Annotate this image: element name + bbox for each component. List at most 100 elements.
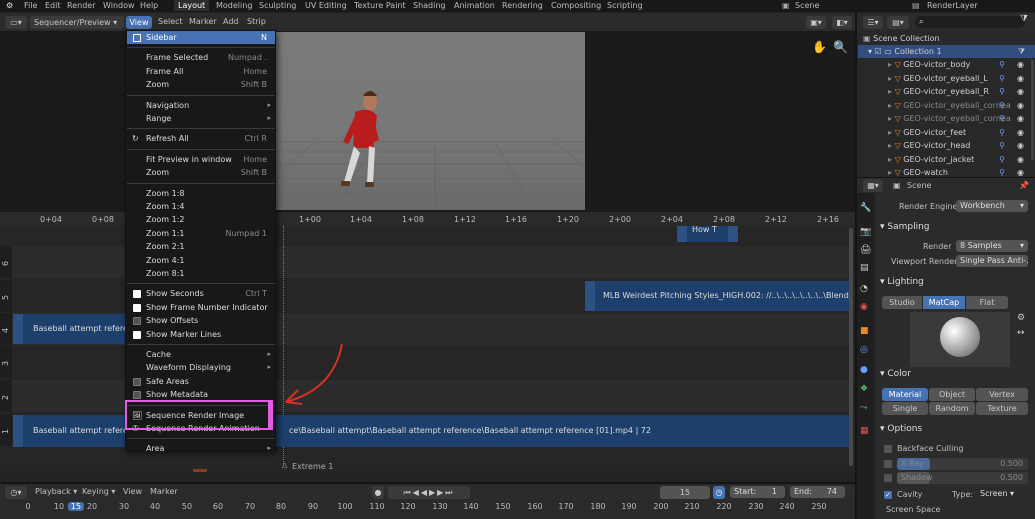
overlay-icon[interactable]: ◧▾: [832, 16, 852, 29]
outliner-display-mode[interactable]: ▤▾: [887, 16, 909, 29]
collection-row[interactable]: ▾ ☑ ▭ Collection 1 ⧩: [858, 45, 1035, 58]
view-menu-item-zoom-8-1[interactable]: Zoom 8:1: [127, 267, 275, 280]
output-tab-icon[interactable]: 🖨: [860, 245, 871, 255]
outliner-item[interactable]: ▸ ▽ GEO-victor_body ◉ ⚲: [858, 58, 1035, 71]
view-menu-item-fit-preview-in-window[interactable]: Fit Preview in window Home: [127, 153, 275, 166]
marker-label[interactable]: Extreme 1: [292, 462, 333, 471]
render-engine-select[interactable]: Workbench ▾: [956, 200, 1028, 212]
visibility-eye-icon[interactable]: ◉: [1017, 126, 1024, 139]
view-layer-tab-icon[interactable]: ▤: [860, 263, 869, 273]
visibility-eye-icon[interactable]: ◉: [1017, 153, 1024, 166]
checkbox-icon[interactable]: [133, 34, 141, 42]
view-menu-item-waveform-displaying[interactable]: Waveform Displaying ▸: [127, 361, 275, 374]
view-menu-item-area[interactable]: Area ▸: [127, 442, 275, 455]
modifier-tab-icon[interactable]: ◎: [860, 345, 868, 355]
checkbox-icon[interactable]: [133, 330, 141, 339]
view-menu-item-zoom-1-2[interactable]: Zoom 1:2: [127, 213, 275, 226]
outliner-scrollbar[interactable]: [1031, 60, 1034, 160]
outliner-search-input[interactable]: ⌕: [915, 16, 1025, 28]
view-layer-icon[interactable]: ▤: [912, 0, 920, 11]
physics-tab-icon[interactable]: ❖: [860, 384, 868, 394]
cavity-checkbox[interactable]: ✓: [884, 491, 892, 499]
outliner-item[interactable]: ▸ ▽ GEO-victor_eyeball_R ◉ ⚲: [858, 85, 1035, 98]
expand-arrow-icon[interactable]: ▸: [888, 128, 892, 137]
view-menu-item-show-frame-number-indicator[interactable]: Show Frame Number Indicator: [127, 301, 275, 314]
checkbox-icon[interactable]: [133, 391, 141, 400]
section-lighting[interactable]: ▾ Lighting: [880, 277, 924, 287]
tab-texture-paint[interactable]: Texture Paint: [354, 0, 406, 11]
visibility-eye-icon[interactable]: ◉: [1017, 139, 1024, 152]
view-menu-item-navigation[interactable]: Navigation ▸: [127, 99, 275, 112]
outliner-item[interactable]: ▸ ▽ GEO-victor_eyeball_cornea ◉ ⚲: [858, 112, 1035, 125]
tool-tab-icon[interactable]: 🔧: [860, 203, 871, 213]
menu-file[interactable]: File: [24, 0, 37, 11]
start-frame-field[interactable]: Start: 1: [730, 486, 785, 498]
expand-arrow-icon[interactable]: ▸: [888, 87, 892, 96]
matcap-flip-icon[interactable]: ↔: [1017, 328, 1025, 338]
expand-arrow-icon[interactable]: ▸: [888, 101, 892, 110]
view-menu-item-zoom[interactable]: Zoom Shift B: [127, 166, 275, 179]
scene-icon[interactable]: ▣: [782, 0, 790, 11]
tab-scripting[interactable]: Scripting: [607, 0, 643, 11]
timeline-editor-type[interactable]: ◷▾: [5, 486, 27, 499]
world-tab-icon[interactable]: ◉: [860, 302, 868, 312]
menu-marker[interactable]: Marker: [189, 17, 217, 26]
zoom-magnifier-icon[interactable]: 🔍: [833, 40, 848, 54]
menu-window[interactable]: Window: [103, 0, 135, 11]
color-material[interactable]: Material: [882, 388, 928, 401]
view-menu-item-show-seconds[interactable]: Show Seconds Ctrl T: [127, 287, 275, 300]
xray-slider[interactable]: X-Ray 0.500: [897, 458, 1028, 470]
view-menu-item-zoom-1-8[interactable]: Zoom 1:8: [127, 187, 275, 200]
texture-tab-icon[interactable]: ▦: [860, 426, 869, 436]
menu-help[interactable]: Help: [140, 0, 158, 11]
view-layer-name[interactable]: RenderLayer: [927, 0, 978, 11]
scene-tab-icon[interactable]: ◔: [860, 284, 868, 294]
strip-how-to[interactable]: How T: [677, 225, 738, 242]
view-menu-item-cache[interactable]: Cache ▸: [127, 348, 275, 361]
shadow-slider[interactable]: Shadow 0.500: [897, 472, 1028, 484]
matcap-preview-sphere[interactable]: [910, 312, 1010, 367]
tab-sculpting[interactable]: Sculpting: [259, 0, 296, 11]
strip-mlb-video[interactable]: MLB Weirdest Pitching Styles_HIGH.002: /…: [585, 281, 853, 311]
tab-compositing[interactable]: Compositing: [551, 0, 601, 11]
backface-checkbox[interactable]: [884, 445, 892, 453]
menu-add[interactable]: Add: [223, 17, 239, 26]
menu-timeline-view[interactable]: View: [123, 487, 142, 496]
area-separator[interactable]: [855, 12, 857, 519]
outliner-item[interactable]: ▸ ▽ GEO-victor_feet ◉ ⚲: [858, 126, 1035, 139]
area-separator[interactable]: [0, 482, 856, 484]
view-menu-item-zoom-2-1[interactable]: Zoom 2:1: [127, 240, 275, 253]
menu-edit[interactable]: Edit: [45, 0, 61, 11]
visibility-eye-icon[interactable]: ◉: [1017, 58, 1024, 71]
view-menu-item-zoom-4-1[interactable]: Zoom 4:1: [127, 254, 275, 267]
pan-hand-icon[interactable]: ✋: [812, 40, 827, 54]
scene-name[interactable]: Scene: [795, 0, 819, 11]
section-options[interactable]: ▾ Options: [880, 424, 922, 434]
section-sampling[interactable]: ▾ Sampling: [880, 222, 930, 232]
checkbox-icon[interactable]: [133, 303, 141, 312]
checkbox-icon[interactable]: [133, 317, 141, 326]
view-menu-item-safe-areas[interactable]: Safe Areas: [127, 375, 275, 388]
color-texture[interactable]: Texture: [976, 402, 1028, 415]
view-menu-item-zoom[interactable]: Zoom Shift B: [127, 78, 275, 91]
particles-tab-icon[interactable]: ●: [860, 365, 868, 375]
view-menu-item-zoom-1-1[interactable]: Zoom 1:1 Numpad 1: [127, 227, 275, 240]
viewport-render-select[interactable]: Single Pass Anti-...: [956, 255, 1028, 267]
view-menu-item-refresh-all[interactable]: ↻ Refresh All Ctrl R: [127, 132, 275, 145]
end-frame-field[interactable]: End: 74: [790, 486, 845, 498]
checkbox-icon[interactable]: [133, 377, 141, 386]
expand-arrow-icon[interactable]: ▸: [888, 60, 892, 69]
menu-select[interactable]: Select: [158, 17, 183, 26]
view-menu-item-range[interactable]: Range ▸: [127, 112, 275, 125]
lighting-flat[interactable]: Flat: [966, 296, 1008, 309]
blender-logo-icon[interactable]: ⚙: [6, 0, 13, 11]
outliner-item[interactable]: ▸ ▽ GEO-victor_eyeball_L ◉ ⚲: [858, 72, 1035, 85]
shadow-checkbox[interactable]: [884, 474, 892, 482]
mode-select[interactable]: Sequencer/Preview ▾: [30, 16, 124, 29]
tab-animation[interactable]: Animation: [454, 0, 495, 11]
tab-rendering[interactable]: Rendering: [502, 0, 543, 11]
view-menu-item-zoom-1-4[interactable]: Zoom 1:4: [127, 200, 275, 213]
expand-arrow-icon[interactable]: ▸: [888, 114, 892, 123]
timeline-vscrollbar[interactable]: [849, 228, 853, 466]
menu-playback[interactable]: Playback ▾: [35, 487, 77, 496]
